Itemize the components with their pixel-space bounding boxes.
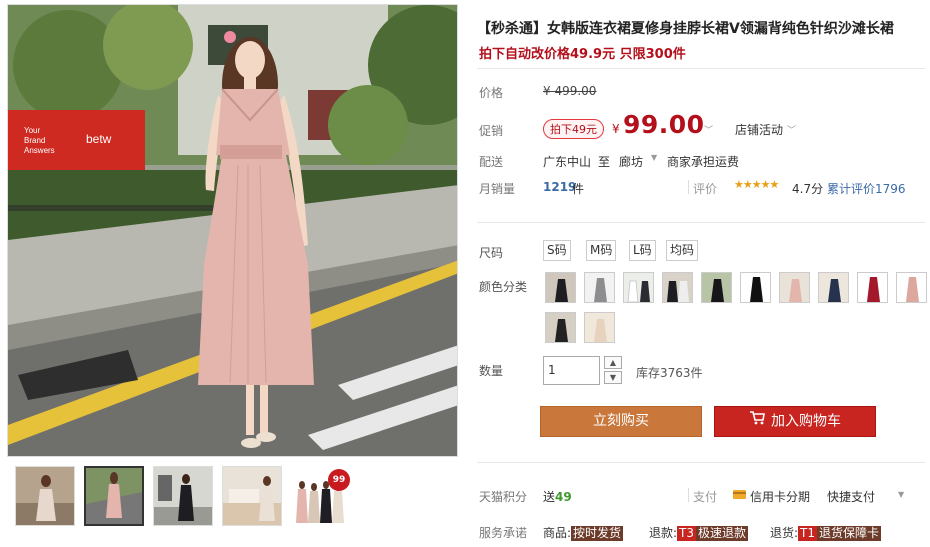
shipping-from: 广东中山 [543,155,592,169]
quick-pay-link[interactable]: 快捷支付 [827,488,875,505]
quantity-increase-button[interactable]: ▲ [604,356,622,369]
return-code-tag: T1 [798,526,818,541]
color-swatch-7[interactable] [779,272,810,303]
points-prefix: 送 [543,490,556,504]
color-swatch-10[interactable] [896,272,927,303]
thumbnail-1[interactable] [15,466,75,526]
color-swatch-9[interactable] [857,272,888,303]
shipping-fee: 商家承担运费 [667,155,740,169]
shipping-to-word: 至 [598,155,611,169]
color-swatch-8[interactable] [818,272,849,303]
svg-text:Answers: Answers [24,146,55,155]
thumbnail-5[interactable]: 99 [291,466,351,526]
service-refund: 退款: T3 极速退款 [649,524,749,541]
original-price: ¥ 499.00 [543,84,597,98]
monthly-sales-label: 月销量 [479,182,516,196]
service-goods-label: 商品: [543,526,572,540]
color-swatch-5[interactable] [701,272,732,303]
size-option-s[interactable]: S码 [543,240,571,261]
service-goods: 商品: 按时发货 [543,524,624,541]
divider [477,222,925,223]
service-refund-label: 退款: [649,526,678,540]
size-option-m[interactable]: M码 [586,240,617,261]
size-option-l[interactable]: L码 [629,240,656,261]
size-option-onesize[interactable]: 均码 [666,240,699,261]
shipping-label: 配送 [479,155,504,169]
service-label: 服务承诺 [479,526,528,540]
divider [688,488,689,502]
fast-refund-tag[interactable]: 极速退款 [696,526,749,541]
return-guarantee-tag[interactable]: 退货保障卡 [817,526,882,541]
thumbnail-3[interactable] [153,466,213,526]
payment-dropdown-icon[interactable]: ▼ [898,490,904,499]
destination-dropdown-icon[interactable]: ▼ [651,153,657,162]
currency-symbol: ¥ [612,122,620,136]
add-to-cart-button[interactable]: 加入购物车 [714,406,876,437]
color-swatch-1[interactable] [545,272,576,303]
color-swatch-3[interactable] [623,272,654,303]
points-number: 49 [555,490,572,504]
star-rating-icon: ★★★★★ [734,178,779,191]
divider [477,462,925,463]
credit-card-icon [733,490,746,499]
buy-now-button[interactable]: 立刻购买 [540,406,702,437]
buy-now-label: 立刻购买 [593,413,649,429]
color-swatch-12[interactable] [584,312,615,343]
shipping-destination[interactable]: 廊坊 [619,153,643,170]
product-title: 【秒杀通】女韩版连衣裙夏修身挂脖长裙V领漏背纯色针织沙滩长裙 [477,21,894,37]
promo-label: 促销 [479,124,504,138]
svg-text:Brand: Brand [24,136,45,145]
size-label: 尺码 [479,246,504,260]
divider [688,180,689,194]
color-label: 颜色分类 [479,280,528,294]
color-swatch-4[interactable] [662,272,693,303]
chevron-down-icon[interactable]: ﹀ [787,123,796,136]
quantity-decrease-button[interactable]: ▼ [604,371,622,384]
credit-installment-link[interactable]: 信用卡分期 [750,488,810,505]
quantity-input[interactable]: 1 [543,356,600,385]
rating-label: 评价 [693,182,718,196]
quantity-label: 数量 [479,364,504,378]
thumbnail-2[interactable] [84,466,144,526]
color-swatch-11[interactable] [545,312,576,343]
thumbnail-strip: 99 [15,466,455,530]
service-return-label: 退货: [770,526,799,540]
monthly-sales-unit: 件 [572,182,585,196]
main-product-photo: Your Brand Answers betw [7,4,458,457]
rating-value: 4.7分 [792,182,824,196]
product-subtitle: 拍下自动改价格49.9元 只限300件 [479,47,686,62]
add-to-cart-label: 加入购物车 [771,413,841,430]
shop-activity-link[interactable]: 店铺活动 [735,121,783,138]
cart-icon [749,407,765,436]
refund-code-tag: T3 [677,526,697,541]
svg-text:Your: Your [24,126,41,135]
product-info-panel: 【秒杀通】女韩版连衣裙夏修身挂脖长裙V领漏背纯色针织沙滩长裙 拍下自动改价格49… [477,0,927,547]
stock-count: 库存3763件 [636,366,703,380]
color-swatch-6[interactable] [740,272,771,303]
price-chevron-down-icon[interactable]: ﹀ [704,123,713,136]
points-value: 送49 [543,488,572,505]
payment-label: 支付 [693,490,718,504]
thumbnail-4[interactable] [222,466,282,526]
service-return: 退货: T1 退货保障卡 [770,524,882,541]
on-time-shipping-tag[interactable]: 按时发货 [571,526,624,541]
divider [477,68,925,69]
review-count-link[interactable]: 累计评价1796 [827,180,906,197]
current-price: 99.00 [623,110,705,139]
price-label: 价格 [479,86,504,100]
svg-text:betw: betw [86,132,112,146]
points-label: 天猫积分 [479,490,528,504]
color-swatch-2[interactable] [584,272,615,303]
active-thumb-caret [110,466,122,467]
promo-pill: 拍下49元 [543,119,604,139]
promo-badge: 99 [328,469,350,491]
